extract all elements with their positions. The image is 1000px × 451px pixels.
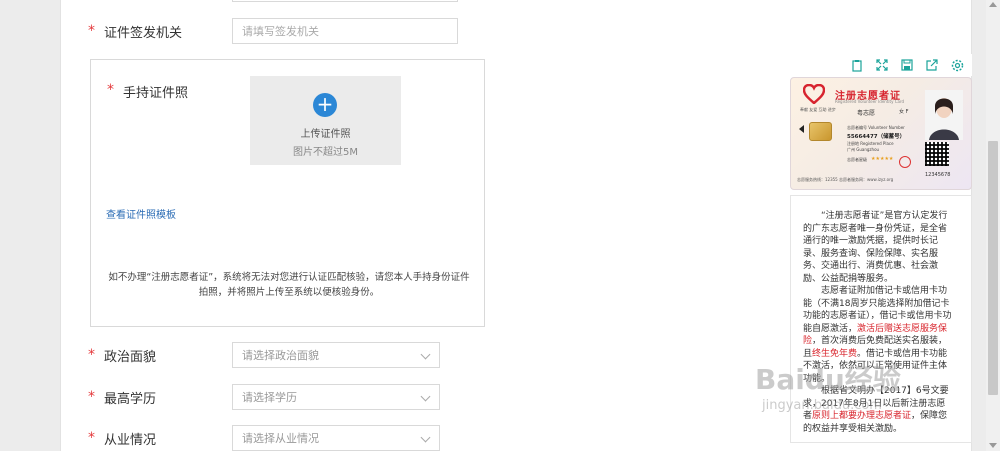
clipboard-icon[interactable] (845, 54, 869, 76)
chevron-down-icon (420, 349, 431, 360)
education-select-value: 请选择学历 (242, 391, 297, 404)
card-star-label: 志愿者星级 (847, 157, 867, 162)
settings-icon[interactable] (945, 54, 969, 76)
employment-label: 从业情况 (104, 432, 157, 448)
share-icon[interactable] (920, 54, 944, 76)
political-select-value: 请选择政治面貌 (242, 349, 319, 362)
education-select[interactable]: 请选择学历 (232, 384, 440, 410)
view-template-link[interactable]: 查看证件照模板 (106, 206, 176, 221)
upload-note: 如不办理“注册志愿者证”，系统将无法对您进行认证匹配核验，请您本人手持身份证件拍… (108, 272, 470, 298)
card-stars: ★★★★★ (871, 156, 894, 162)
political-label: 政治面貌 (104, 349, 157, 365)
card-tags: 奉献 友爱 互助 进步 (800, 107, 836, 112)
chip-icon (809, 122, 832, 141)
required-mark: * (107, 82, 114, 98)
watermark-logo: Baidu经验 (755, 363, 901, 396)
expand-icon[interactable] (870, 54, 894, 76)
card-subtitle: Registered Volunteer Identity Card (835, 99, 905, 104)
education-row: * 最高学历 (88, 384, 232, 410)
required-mark: * (88, 389, 95, 405)
upload-size-hint: 图片不超过5M (293, 147, 358, 158)
issuer-input[interactable]: 请填写签发机关 (232, 18, 458, 44)
chevron-down-icon (420, 432, 431, 443)
card-arrow-icon (799, 125, 804, 133)
handheld-photo-label-row: * 手持证件照 (107, 82, 188, 101)
required-mark: * (88, 430, 95, 446)
save-icon[interactable] (895, 54, 919, 76)
volunteer-card-image: 注册志愿者证 Registered Volunteer Identity Car… (790, 77, 972, 190)
card-number-label: 志愿者编号 Volunteer Number (847, 125, 905, 130)
card-photo (925, 90, 963, 140)
chevron-down-icon (420, 391, 431, 402)
side-toolbar (845, 54, 972, 76)
scroll-down-arrow-icon[interactable] (989, 443, 997, 448)
card-holder-name: 粤志愿 (857, 110, 876, 117)
issuer-label: 证件签发机关 (104, 25, 183, 41)
card-footer: 志愿服务热线：12355 志愿者服务网：www.izyz.org (797, 177, 894, 182)
scroll-up-arrow-icon[interactable] (989, 2, 997, 7)
description-paragraph-1: “注册志愿者证”是官方认定发行的广东志愿者唯一身份凭证，是全省通行的唯一激励凭据… (803, 211, 948, 284)
upload-photo-button[interactable]: + 上传证件照 图片不超过5M (250, 76, 401, 165)
plus-circle-icon[interactable]: + (313, 93, 337, 117)
upload-title: 上传证件照 (300, 129, 351, 140)
scroll-thumb[interactable] (988, 141, 998, 395)
employment-select[interactable]: 请选择从业情况 (232, 425, 440, 451)
previous-input-edge[interactable] (232, 0, 458, 2)
employment-select-value: 请选择从业情况 (242, 432, 319, 445)
card-gender: 女 F (899, 109, 909, 115)
employment-row: * 从业情况 (88, 425, 232, 451)
handheld-photo-label: 手持证件照 (123, 86, 189, 101)
education-label: 最高学历 (104, 391, 157, 407)
watermark-url: jingyan.baidu.com (762, 398, 882, 413)
card-place: 广州 Guangzhou (847, 147, 880, 152)
card-number: 55664477（储蓄号） (847, 134, 906, 140)
handheld-photo-section: * 手持证件照 + 上传证件照 图片不超过5M 查看证件照模板 如不办理“注册志… (90, 59, 485, 327)
required-mark: * (88, 347, 95, 363)
qr-code-icon (925, 142, 949, 166)
highlight-text: 终生免年费 (812, 348, 858, 359)
required-mark: * (88, 23, 95, 39)
card-id: 12345678 (925, 172, 951, 178)
issuer-row: * 证件签发机关 (88, 18, 232, 44)
political-row: * 政治面貌 (88, 342, 232, 368)
heart-logo-icon (803, 84, 825, 104)
vertical-scrollbar[interactable] (986, 0, 1000, 451)
political-select[interactable]: 请选择政治面貌 (232, 342, 440, 368)
stamp-icon (899, 156, 911, 168)
